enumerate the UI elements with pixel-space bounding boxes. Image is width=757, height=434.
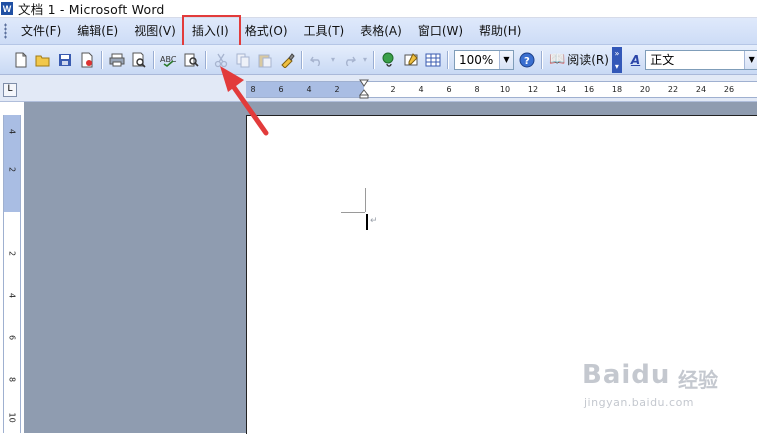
ruler-number: 24 bbox=[695, 85, 707, 94]
permission-icon[interactable] bbox=[77, 50, 97, 70]
save-icon[interactable] bbox=[55, 50, 75, 70]
spelling-grammar-icon[interactable]: ABC bbox=[159, 50, 179, 70]
indent-marker-icon[interactable] bbox=[359, 79, 369, 99]
read-mode-label: 阅读(R) bbox=[567, 53, 609, 67]
ruler-number: 10 bbox=[7, 412, 17, 423]
menu-format[interactable]: 格式(O) bbox=[237, 20, 296, 42]
menu-file[interactable]: 文件(F) bbox=[13, 20, 69, 42]
svg-text:ABC: ABC bbox=[160, 55, 177, 64]
crop-mark bbox=[341, 212, 365, 213]
menu-bar: 文件(F) 编辑(E) 视图(V) 插入(I) 格式(O) 工具(T) 表格(A… bbox=[0, 15, 757, 47]
ruler-number: 8 bbox=[250, 85, 256, 94]
undo-icon[interactable] bbox=[307, 50, 327, 70]
redo-icon[interactable] bbox=[339, 50, 359, 70]
paste-icon[interactable] bbox=[255, 50, 275, 70]
menu-help[interactable]: 帮助(H) bbox=[471, 20, 529, 42]
chevron-down-icon: ▾ bbox=[614, 61, 619, 71]
ruler-number: 4 bbox=[7, 128, 17, 135]
chevron-down-icon[interactable]: ▼ bbox=[744, 50, 757, 69]
crop-mark bbox=[365, 188, 366, 212]
new-document-icon[interactable] bbox=[11, 50, 31, 70]
toolbar-separator bbox=[373, 50, 375, 69]
redo-dropdown-icon[interactable]: ▾ bbox=[361, 50, 369, 70]
svg-text:?: ? bbox=[524, 56, 530, 67]
ruler-number: 6 bbox=[446, 85, 452, 94]
vertical-ruler[interactable]: 4 2 2 4 6 8 10 bbox=[3, 115, 21, 433]
ruler-number: 2 bbox=[334, 85, 340, 94]
standard-toolbar: ABC ▾ ▾ 100% ▼ ? 📖 阅读(R) » ▾ A 正文 ▼ bbox=[0, 45, 757, 75]
insert-hyperlink-icon[interactable] bbox=[379, 50, 399, 70]
watermark-url: jingyan.baidu.com bbox=[584, 396, 695, 409]
ruler-number: 18 bbox=[611, 85, 623, 94]
menu-grip-handle[interactable] bbox=[4, 23, 7, 39]
undo-dropdown-icon[interactable]: ▾ bbox=[329, 50, 337, 70]
paragraph-mark: ↵ bbox=[370, 216, 378, 226]
ruler-number: 20 bbox=[639, 85, 651, 94]
ruler-number: 12 bbox=[527, 85, 539, 94]
toolbar-separator bbox=[101, 50, 103, 69]
tab-stop-selector[interactable]: L bbox=[3, 83, 17, 97]
research-icon[interactable] bbox=[181, 50, 201, 70]
toolbar-separator bbox=[541, 50, 543, 69]
baidu-watermark: Baidu 经验 jingyan.baidu.com bbox=[578, 354, 748, 414]
cut-icon[interactable] bbox=[211, 50, 231, 70]
watermark-brand-cn: 经验 bbox=[678, 368, 718, 392]
toolbar-separator bbox=[447, 50, 449, 69]
ruler-number: 6 bbox=[7, 334, 17, 341]
help-icon[interactable]: ? bbox=[517, 50, 537, 70]
ruler-number: 26 bbox=[723, 85, 735, 94]
open-folder-icon[interactable] bbox=[33, 50, 53, 70]
format-painter-icon[interactable] bbox=[277, 50, 297, 70]
watermark-brand: Baidu bbox=[582, 360, 671, 390]
menu-insert[interactable]: 插入(I) bbox=[181, 15, 241, 47]
zoom-value: 100% bbox=[459, 52, 494, 67]
ruler-number: 2 bbox=[390, 85, 396, 94]
print-preview-icon[interactable] bbox=[129, 50, 149, 70]
ruler-number: 2 bbox=[7, 166, 17, 173]
tables-borders-icon[interactable] bbox=[401, 50, 421, 70]
word-app-icon[interactable]: W bbox=[1, 2, 13, 15]
toolbar-options-button[interactable]: » ▾ bbox=[611, 46, 622, 73]
print-icon[interactable] bbox=[107, 50, 127, 70]
ruler-number: 22 bbox=[667, 85, 679, 94]
horizontal-ruler[interactable]: 8 6 4 2 2 4 6 8 10 12 14 16 18 20 22 24 … bbox=[246, 81, 757, 98]
text-cursor bbox=[366, 214, 368, 230]
style-value: 正文 bbox=[650, 53, 675, 67]
insert-table-icon[interactable] bbox=[423, 50, 443, 70]
read-mode-button[interactable]: 📖 阅读(R) bbox=[549, 51, 609, 68]
ruler-number: 4 bbox=[306, 85, 312, 94]
toolbar-separator bbox=[205, 50, 207, 69]
ruler-number: 2 bbox=[7, 250, 17, 257]
book-icon: 📖 bbox=[549, 52, 566, 67]
ruler-number: 8 bbox=[474, 85, 480, 94]
menu-edit[interactable]: 编辑(E) bbox=[69, 20, 126, 42]
ruler-number: 4 bbox=[418, 85, 424, 94]
ruler-number: 16 bbox=[583, 85, 595, 94]
toolbar-separator bbox=[301, 50, 303, 69]
ruler-number: 4 bbox=[7, 292, 17, 299]
ruler-number: 10 bbox=[499, 85, 511, 94]
window-title: 文档 1 - Microsoft Word bbox=[18, 2, 165, 17]
copy-icon[interactable] bbox=[233, 50, 253, 70]
left-margin-area bbox=[246, 82, 364, 97]
zoom-combo[interactable]: 100% ▼ bbox=[454, 49, 514, 70]
overflow-chevron-icon: » bbox=[614, 48, 620, 58]
ruler-number: 14 bbox=[555, 85, 567, 94]
title-bar: W 文档 1 - Microsoft Word bbox=[0, 0, 757, 18]
ruler-bar: L 8 6 4 2 2 4 6 8 10 12 14 16 18 20 22 2… bbox=[0, 75, 757, 102]
menu-view[interactable]: 视图(V) bbox=[126, 20, 184, 42]
style-combo[interactable]: 正文 ▼ bbox=[645, 49, 757, 70]
ruler-number: 8 bbox=[7, 376, 17, 383]
styles-formatting-icon[interactable]: A bbox=[631, 53, 640, 67]
menu-window[interactable]: 窗口(W) bbox=[410, 20, 471, 42]
chevron-down-icon[interactable]: ▼ bbox=[499, 50, 513, 69]
menu-table[interactable]: 表格(A) bbox=[352, 20, 410, 42]
ruler-number: 6 bbox=[278, 85, 284, 94]
toolbar-separator bbox=[153, 50, 155, 69]
menu-tools[interactable]: 工具(T) bbox=[296, 20, 353, 42]
